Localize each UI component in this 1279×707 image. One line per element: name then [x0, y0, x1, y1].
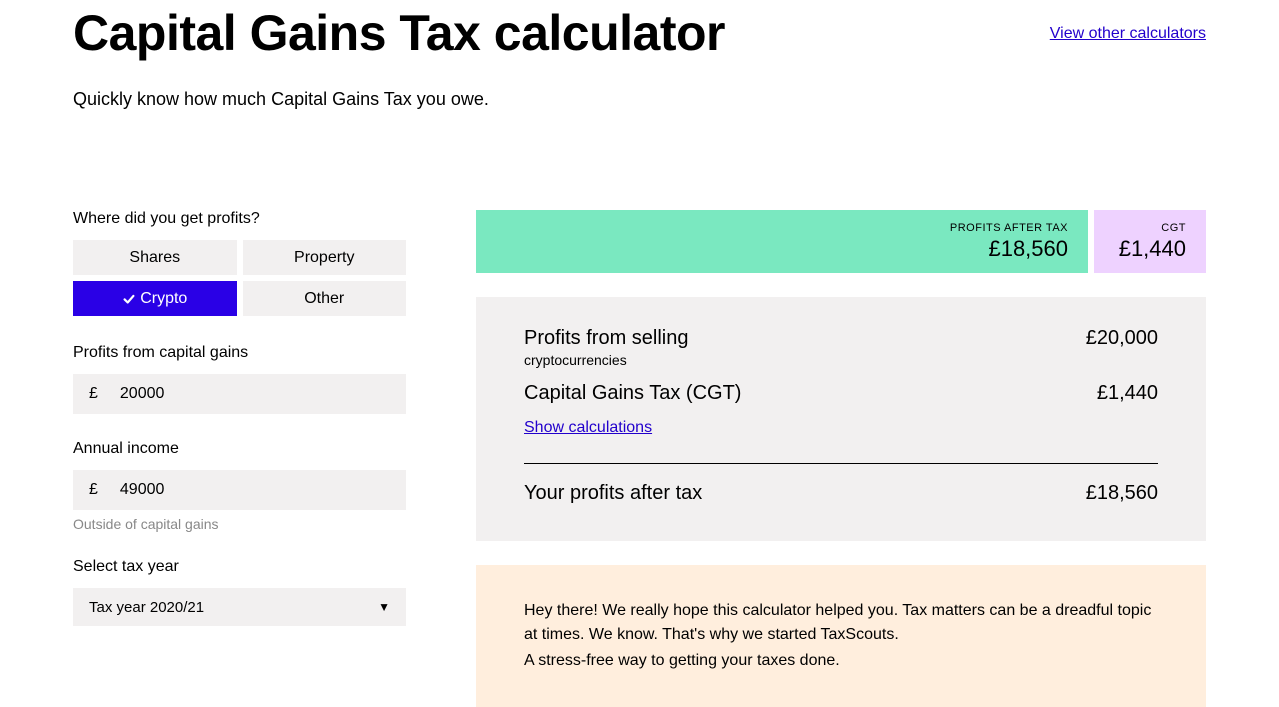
cgt-bar-label: CGT [1161, 222, 1186, 234]
profits-after-tax-bar: PROFITS AFTER TAX £18,560 [476, 210, 1088, 273]
check-icon [122, 292, 136, 306]
profits-bar-value: £18,560 [988, 236, 1068, 262]
row-cgt-value: £1,440 [1097, 382, 1158, 405]
row-profits-label: Profits from selling [524, 327, 689, 350]
promo-card: Hey there! We really hope this calculato… [476, 565, 1206, 707]
show-calculations-link[interactable]: Show calculations [524, 419, 652, 437]
row-profits-value: £20,000 [1086, 327, 1158, 350]
row-cgt-label: Capital Gains Tax (CGT) [524, 382, 741, 405]
page-title: Capital Gains Tax calculator [73, 6, 725, 61]
income-input[interactable] [120, 481, 390, 499]
toggle-crypto-label: Crypto [140, 290, 187, 308]
chevron-down-icon: ▼ [378, 600, 390, 614]
cgt-bar-value: £1,440 [1119, 236, 1186, 262]
promo-line-2: A stress-free way to getting your taxes … [524, 649, 1158, 673]
promo-line-1: Hey there! We really hope this calculato… [524, 599, 1158, 647]
toggle-property[interactable]: Property [243, 240, 407, 275]
cgt-bar: CGT £1,440 [1094, 210, 1206, 273]
form-panel: Where did you get profits? Shares Proper… [73, 210, 406, 707]
view-other-calculators-link[interactable]: View other calculators [1050, 25, 1206, 43]
tax-year-select[interactable]: Tax year 2020/21 ▼ [73, 588, 406, 626]
breakdown-card: Profits from selling cryptocurrencies £2… [476, 297, 1206, 541]
row-profits-sublabel: cryptocurrencies [524, 352, 689, 368]
tax-year-label: Select tax year [73, 558, 406, 576]
results-panel: PROFITS AFTER TAX £18,560 CGT £1,440 Pro… [476, 210, 1206, 707]
income-hint: Outside of capital gains [73, 516, 406, 532]
currency-symbol: £ [89, 481, 98, 499]
divider [524, 463, 1158, 464]
page-subtitle: Quickly know how much Capital Gains Tax … [73, 89, 1206, 110]
row-after-tax-label: Your profits after tax [524, 482, 702, 505]
toggle-shares[interactable]: Shares [73, 240, 237, 275]
income-label: Annual income [73, 440, 406, 458]
row-after-tax-value: £18,560 [1086, 482, 1158, 505]
toggle-crypto[interactable]: Crypto [73, 281, 237, 316]
profits-label: Profits from capital gains [73, 344, 406, 362]
toggle-other[interactable]: Other [243, 281, 407, 316]
profits-bar-label: PROFITS AFTER TAX [950, 222, 1068, 234]
profits-source-label: Where did you get profits? [73, 210, 406, 228]
profits-input[interactable] [120, 385, 390, 403]
currency-symbol: £ [89, 385, 98, 403]
